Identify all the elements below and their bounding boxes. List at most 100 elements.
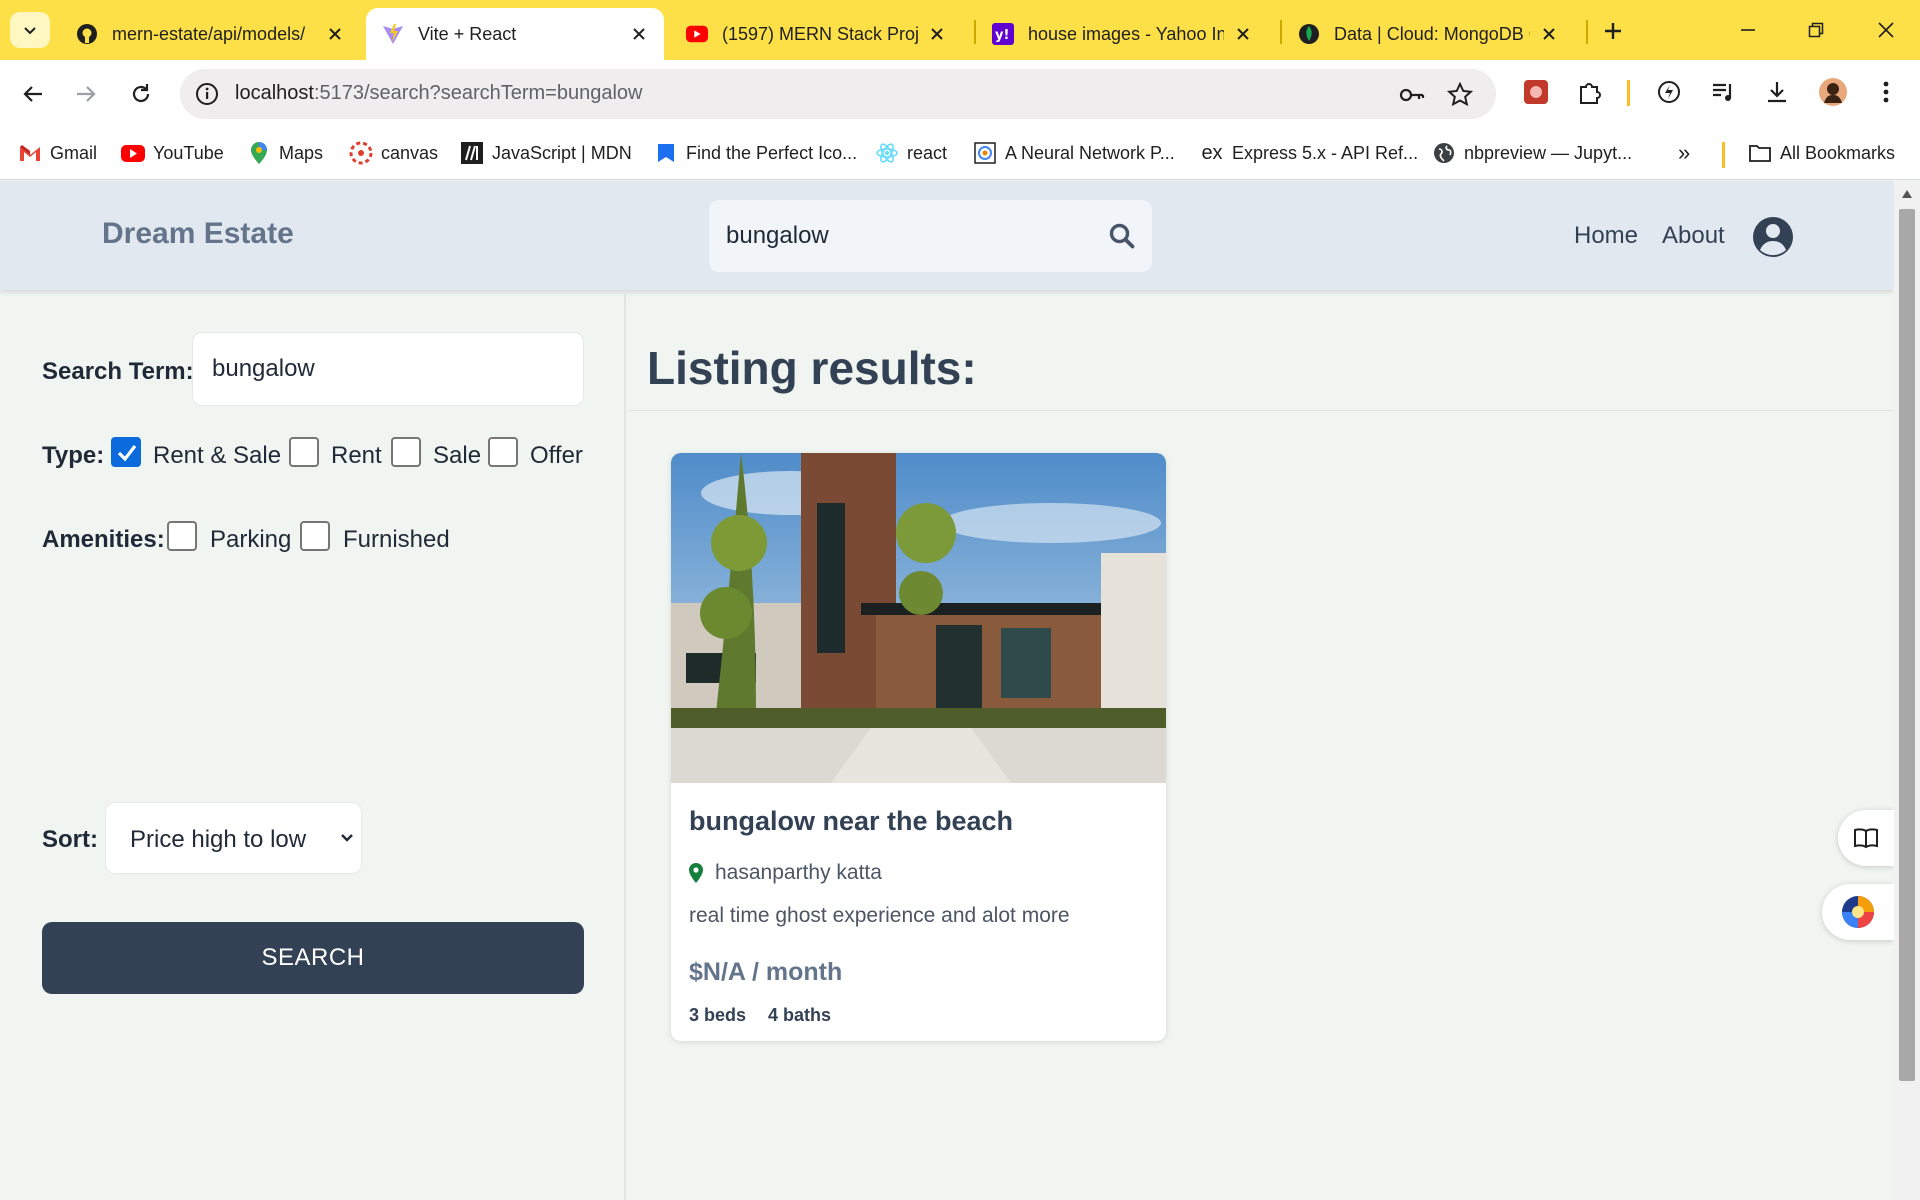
maps-icon	[247, 141, 271, 165]
search-term-input[interactable]	[192, 332, 584, 406]
download-icon[interactable]	[1759, 74, 1795, 110]
bookmark-neural-network[interactable]: A Neural Network P...	[973, 138, 1175, 168]
nav-about-link[interactable]: About	[1662, 222, 1725, 250]
bookmark-label: nbpreview — Jupyt...	[1464, 142, 1633, 163]
tab-title: mern-estate/api/models/	[112, 23, 306, 44]
chevron-down-icon	[24, 27, 36, 35]
chevron-down-icon	[341, 834, 353, 842]
listing-title[interactable]: bungalow near the beach	[689, 806, 1013, 837]
listing-card[interactable]: bungalow near the beach hasanparthy katt…	[671, 453, 1166, 1041]
bookmark-star-icon[interactable]	[1446, 81, 1474, 109]
express-icon: ex	[1201, 141, 1223, 164]
rent-checkbox[interactable]	[289, 437, 319, 467]
bookmark-label: JavaScript | MDN	[492, 142, 632, 163]
tab-title: house images - Yahoo Ind	[1028, 23, 1224, 44]
browser-tab[interactable]: mern-estate/api/models/	[60, 8, 360, 60]
bookmark-gmail[interactable]: Gmail	[18, 138, 97, 168]
type-label: Type:	[42, 442, 105, 469]
bookmarks-bar: Gmail YouTube Maps canvas JavaScript | M…	[0, 128, 1920, 180]
close-icon	[1878, 22, 1894, 38]
all-bookmarks-button[interactable]: All Bookmarks	[1748, 138, 1895, 168]
book-open-icon	[1854, 828, 1878, 849]
listing-beds: 3 beds	[689, 1005, 747, 1025]
browser-tab-strip: mern-estate/api/models/ Vite + React (15…	[0, 0, 1920, 60]
close-window-button[interactable]	[1858, 10, 1914, 50]
youtube-icon	[686, 23, 708, 45]
offer-checkbox[interactable]	[488, 437, 518, 467]
forward-button[interactable]	[66, 74, 106, 114]
arrow-right-icon	[77, 86, 96, 102]
sale-checkbox[interactable]	[391, 437, 421, 467]
close-icon[interactable]	[628, 23, 650, 45]
youtube-icon	[121, 141, 145, 165]
spiral-icon	[973, 141, 997, 165]
close-icon[interactable]	[1538, 23, 1560, 45]
scrollbar-thumb[interactable]	[1899, 209, 1915, 1081]
scroll-up-arrow-icon[interactable]	[1901, 189, 1913, 199]
site-logo[interactable]: Dream Estate	[102, 217, 294, 251]
browser-tab-active[interactable]: Vite + React	[366, 8, 664, 60]
bookmark-nbpreview[interactable]: nbpreview — Jupyt...	[1432, 138, 1632, 168]
close-icon[interactable]	[1232, 23, 1254, 45]
bookmark-youtube[interactable]: YouTube	[121, 138, 224, 168]
bookmark-mdn[interactable]: JavaScript | MDN	[460, 138, 632, 168]
site-info-icon[interactable]	[194, 81, 220, 107]
color-picker-extension-button[interactable]	[1822, 884, 1894, 940]
amenities-label: Amenities:	[42, 526, 165, 553]
bookmark-canvas[interactable]: canvas	[349, 138, 438, 168]
furnished-checkbox[interactable]	[300, 521, 330, 551]
tab-search-button[interactable]	[10, 12, 50, 48]
profile-avatar-icon[interactable]	[1815, 74, 1851, 110]
vite-icon	[382, 23, 404, 45]
bookmarks-overflow-button[interactable]: »	[1678, 138, 1690, 168]
bookmark-label: Find the Perfect Ico...	[686, 142, 858, 163]
page-scrollbar[interactable]	[1894, 181, 1920, 1200]
browser-tab[interactable]: Data | Cloud: MongoDB C	[1282, 8, 1574, 60]
bookmark-icons[interactable]: Find the Perfect Ico...	[654, 138, 857, 168]
sort-select[interactable]: Price high to low	[105, 802, 362, 874]
url-text: localhost:5173/search?searchTerm=bungalo…	[235, 82, 642, 105]
listing-image[interactable]	[671, 453, 1166, 783]
media-control-icon[interactable]	[1705, 74, 1741, 110]
restore-icon	[1808, 22, 1824, 38]
back-button[interactable]	[13, 74, 53, 114]
extensions-puzzle-icon[interactable]	[1572, 74, 1608, 110]
results-divider	[628, 410, 1894, 411]
new-tab-button[interactable]	[1596, 14, 1630, 48]
address-bar[interactable]: localhost:5173/search?searchTerm=bungalo…	[180, 69, 1496, 119]
search-icon[interactable]	[1108, 222, 1136, 250]
more-vert-icon[interactable]	[1868, 74, 1904, 110]
header-search-input[interactable]	[726, 216, 1086, 256]
search-button[interactable]: SEARCH	[42, 922, 584, 994]
performance-icon[interactable]	[1651, 74, 1687, 110]
browser-tab[interactable]: y! house images - Yahoo Ind	[976, 8, 1268, 60]
bookmark-label: Gmail	[50, 142, 98, 163]
browser-tab[interactable]: (1597) MERN Stack Proje	[670, 8, 962, 60]
listing-address: hasanparthy katta	[715, 861, 882, 884]
github-icon	[76, 23, 98, 45]
close-icon[interactable]	[926, 23, 948, 45]
bookmark-maps[interactable]: Maps	[247, 138, 323, 168]
listing-price: $N/A / month	[689, 958, 843, 986]
password-key-icon[interactable]	[1398, 81, 1426, 109]
bookmark-express[interactable]: ex Express 5.x - API Ref...	[1200, 138, 1418, 168]
restore-button[interactable]	[1788, 10, 1844, 50]
bookmark-react[interactable]: react	[875, 138, 947, 168]
results-heading: Listing results:	[647, 342, 977, 394]
profile-avatar-icon[interactable]	[1751, 215, 1795, 259]
listing-baths: 4 baths	[768, 1005, 832, 1025]
reload-button[interactable]	[121, 74, 161, 114]
nav-home-link[interactable]: Home	[1574, 222, 1638, 250]
rent-and-sale-checkbox[interactable]	[111, 437, 141, 467]
tab-title: Data | Cloud: MongoDB C	[1334, 23, 1530, 44]
reading-mode-button[interactable]	[1838, 810, 1894, 866]
close-icon[interactable]	[324, 23, 346, 45]
mdn-icon	[460, 141, 484, 165]
tab-separator	[1586, 20, 1588, 44]
parking-checkbox[interactable]	[167, 521, 197, 551]
minimize-button[interactable]	[1720, 10, 1776, 50]
folder-icon	[1748, 141, 1772, 165]
rent-and-sale-label: Rent & Sale	[153, 442, 282, 469]
extension-red-icon[interactable]	[1518, 74, 1554, 110]
browser-toolbar: localhost:5173/search?searchTerm=bungalo…	[0, 60, 1920, 128]
